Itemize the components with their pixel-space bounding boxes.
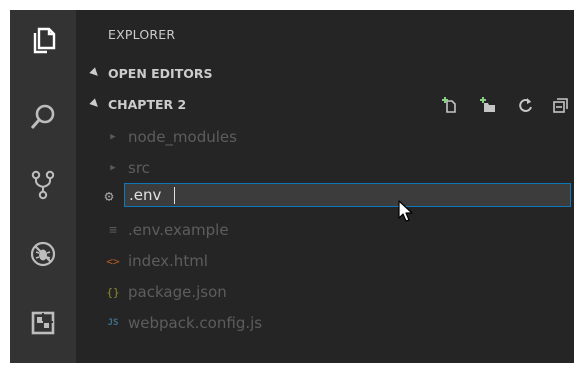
gear-icon: ⚙: [104, 187, 114, 205]
section-open-editors[interactable]: OPEN EDITORS: [76, 63, 574, 85]
tree-item-src[interactable]: ▶ src: [76, 154, 574, 182]
tree-item-label: node_modules: [128, 128, 237, 146]
section-chapter-2-label: CHAPTER 2: [108, 97, 187, 112]
expanded-twistie-icon: [89, 98, 101, 110]
mouse-pointer-icon: [398, 200, 413, 222]
extensions-icon[interactable]: [27, 307, 59, 339]
tree-item-package-json[interactable]: {} package.json: [76, 278, 574, 306]
explorer-title: EXPLORER: [108, 27, 176, 42]
explorer-files-icon[interactable]: [27, 24, 59, 56]
js-icon: JS: [107, 318, 119, 328]
tree-item-webpack-config[interactable]: JS webpack.config.js: [76, 309, 574, 337]
section-open-editors-label: OPEN EDITORS: [108, 66, 213, 81]
new-file-icon[interactable]: [441, 96, 459, 114]
vscode-window: EXPLORER OPEN EDITORS CHAPTER 2 ▶ node_m…: [10, 10, 574, 363]
json-icon: {}: [106, 285, 120, 299]
tree-item-node-modules[interactable]: ▶ node_modules: [76, 123, 574, 151]
explorer-sidebar: EXPLORER OPEN EDITORS CHAPTER 2 ▶ node_m…: [76, 10, 574, 363]
text-caret: [174, 187, 175, 204]
new-folder-icon[interactable]: [479, 96, 497, 114]
lines-icon: ≡: [109, 222, 117, 238]
tree-item-index-html[interactable]: <> index.html: [76, 247, 574, 275]
tree-item-label: package.json: [128, 283, 227, 301]
search-icon[interactable]: [27, 101, 59, 133]
tree-item-label: webpack.config.js: [128, 314, 263, 332]
rename-input[interactable]: [124, 183, 571, 207]
tree-item-label: index.html: [128, 252, 208, 270]
activity-bar: [10, 10, 76, 363]
tree-item-label: src: [128, 159, 150, 177]
chevron-right-icon: ▶: [110, 163, 116, 173]
tree-item-label: .env.example: [128, 221, 229, 239]
tree-item-env-example[interactable]: ≡ .env.example: [76, 216, 574, 244]
section-chapter-2[interactable]: CHAPTER 2: [76, 94, 574, 116]
html-icon: <>: [106, 254, 120, 268]
collapse-all-icon[interactable]: [552, 96, 570, 114]
refresh-icon[interactable]: [517, 96, 535, 114]
source-control-icon[interactable]: [27, 169, 59, 201]
debug-icon[interactable]: [27, 238, 59, 270]
expanded-twistie-icon: [89, 67, 101, 79]
chevron-right-icon: ▶: [110, 132, 116, 142]
